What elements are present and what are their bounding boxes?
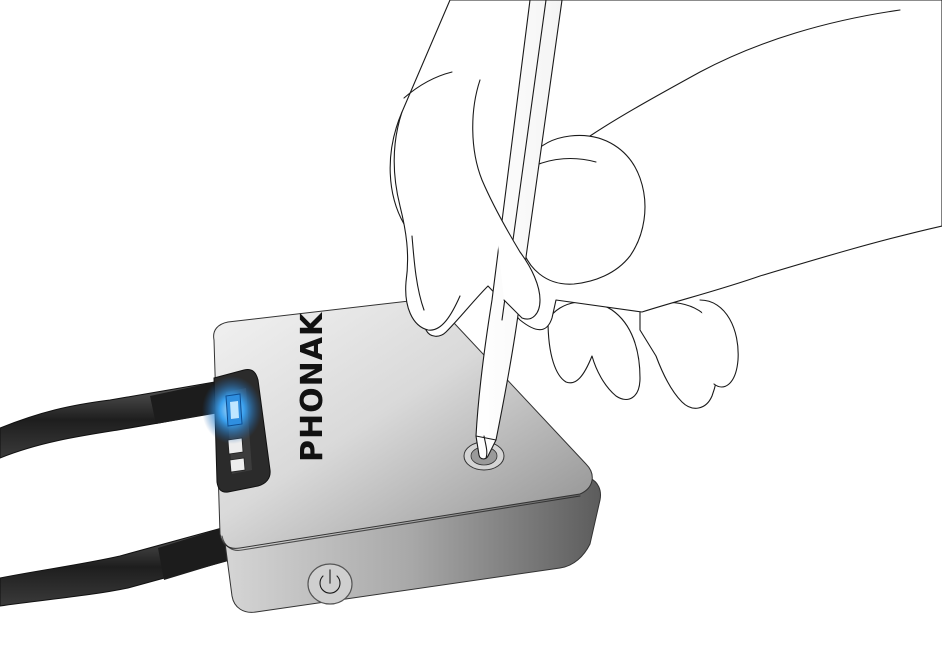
power-button[interactable] bbox=[307, 563, 353, 605]
phonak-device: PHONAK bbox=[202, 299, 601, 613]
upper-cable bbox=[0, 381, 223, 459]
brand-label: PHONAK bbox=[295, 311, 330, 462]
device-reset-illustration: PHONAK bbox=[0, 0, 942, 613]
status-led bbox=[202, 376, 262, 444]
lower-cable bbox=[0, 527, 231, 607]
